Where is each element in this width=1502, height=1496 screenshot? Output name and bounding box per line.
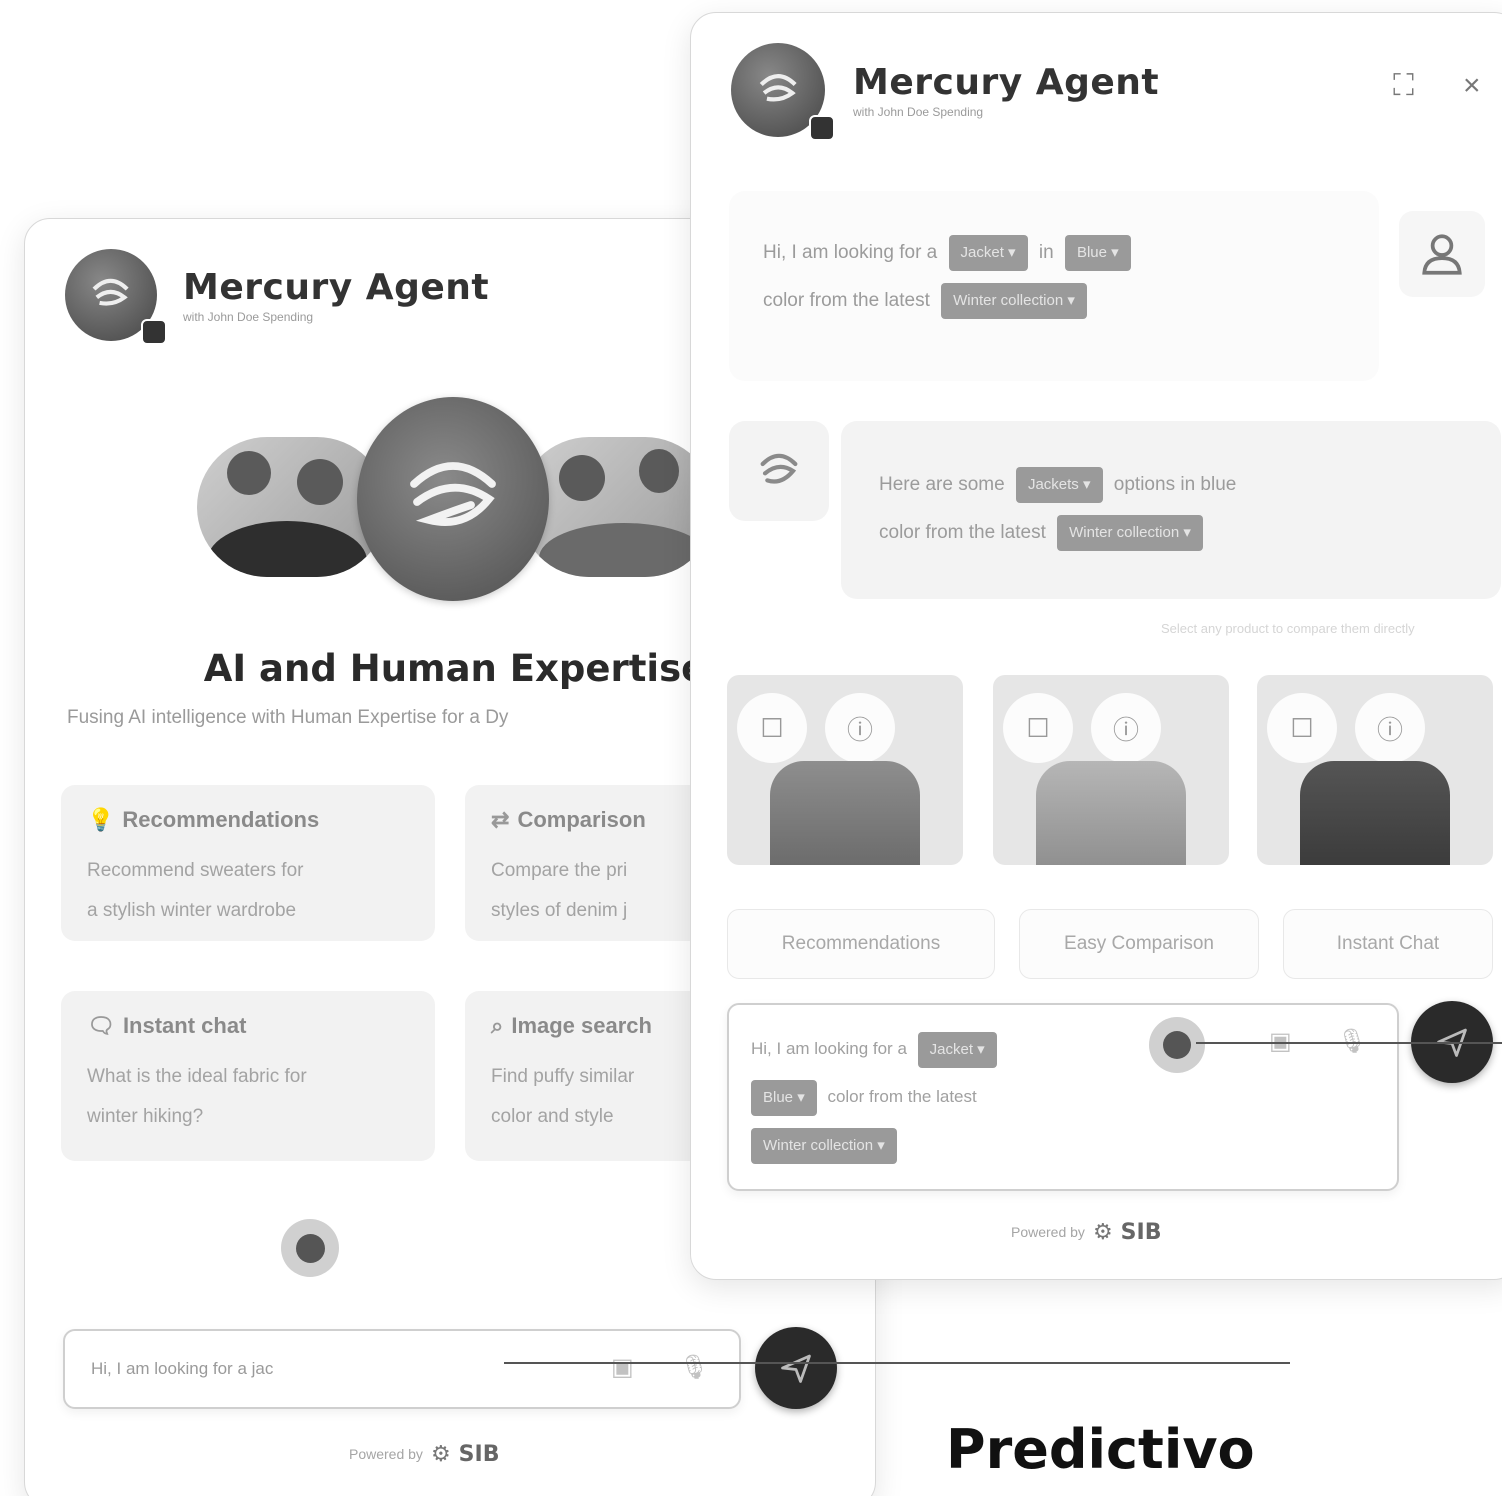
chat-input[interactable]: Hi, I am looking for a Jacket ▾ Blue ▾ c… — [727, 1003, 1399, 1191]
info-icon[interactable]: ⓘ — [1091, 693, 1161, 763]
agent-status-badge — [809, 115, 835, 141]
powered-by: Powered by ⚙ SIB — [1011, 1219, 1161, 1245]
widget-header: Mercury Agent with John Doe Spending — [65, 249, 490, 345]
card-title: Image search — [511, 1013, 652, 1038]
info-icon[interactable]: ⓘ — [1355, 693, 1425, 763]
select-checkbox-icon[interactable]: ☐ — [1267, 693, 1337, 763]
card-text: a stylish winter wardrobe — [87, 900, 297, 921]
product-card[interactable]: ☐ ⓘ — [1257, 675, 1493, 865]
compare-hint: Select any product to compare them direc… — [1161, 621, 1415, 636]
feature-caption: Predictivo — [946, 1418, 1255, 1481]
message-text: color from the latest — [763, 290, 930, 311]
widget-subtitle: with John Doe Spending — [183, 309, 314, 324]
product-type-chip[interactable]: Jacket ▾ — [917, 1031, 997, 1068]
message-text: options in blue — [1113, 474, 1237, 495]
card-text: Recommend sweaters for — [87, 860, 304, 881]
brand-name: SIB — [458, 1441, 500, 1467]
card-title: Comparison — [517, 807, 646, 832]
bot-avatar-icon — [729, 421, 829, 521]
product-card[interactable]: ☐ ⓘ — [993, 675, 1229, 865]
select-checkbox-icon[interactable]: ☐ — [737, 693, 807, 763]
input-text: color from the latest — [827, 1087, 977, 1106]
input-text: Hi, I am looking for a — [751, 1039, 907, 1058]
compare-icon: ⇄ — [491, 807, 510, 832]
callout-line — [1196, 1042, 1502, 1044]
chat-input[interactable]: Hi, I am looking for a jac ▣ 🎙 — [63, 1329, 741, 1409]
widget-title: Mercury Agent — [183, 266, 490, 308]
suggestion-easy-comparison[interactable]: Easy Comparison — [1019, 909, 1259, 979]
collection-chip[interactable]: Winter collection ▾ — [751, 1127, 897, 1164]
bot-message: Here are some Jackets ▾ options in blue … — [841, 421, 1501, 599]
powered-by-label: Powered by — [1011, 1224, 1085, 1240]
product-type-chip[interactable]: Jackets ▾ — [1015, 466, 1103, 503]
product-image — [1300, 761, 1450, 865]
message-text: Hi, I am looking for a — [763, 242, 938, 263]
card-title: Recommendations — [122, 807, 320, 832]
powered-by-label: Powered by — [349, 1446, 423, 1462]
message-text: color from the latest — [879, 522, 1046, 543]
info-icon[interactable]: ⓘ — [825, 693, 895, 763]
cursor-indicator — [281, 1219, 339, 1277]
product-type-chip[interactable]: Jacket ▾ — [948, 234, 1028, 271]
card-instant-chat[interactable]: 🗨 Instant chat What is the ideal fabric f… — [61, 991, 435, 1161]
lightbulb-icon: 💡 — [87, 807, 115, 832]
collection-chip[interactable]: Winter collection ▾ — [941, 282, 1087, 319]
color-chip[interactable]: Blue ▾ — [1064, 234, 1131, 271]
brand-logo-icon: ⚙ — [1092, 1219, 1113, 1244]
expand-icon[interactable]: ⛶ — [1393, 69, 1414, 103]
card-title: Instant chat — [122, 1013, 247, 1038]
select-checkbox-icon[interactable]: ☐ — [1003, 693, 1073, 763]
user-message: Hi, I am looking for a Jacket ▾ in Blue … — [729, 191, 1379, 381]
suggestion-recommendations[interactable]: Recommendations — [727, 909, 995, 979]
hero-agent-logo-icon — [357, 397, 549, 601]
card-text: What is the ideal fabric for — [87, 1066, 307, 1087]
chat-input-text: Hi, I am looking for a jac — [91, 1359, 274, 1378]
cursor-indicator — [1149, 1017, 1205, 1073]
attach-image-icon[interactable]: ▣ — [611, 1353, 634, 1382]
user-avatar-icon — [1399, 211, 1485, 297]
brand-logo-icon: ⚙ — [430, 1441, 451, 1466]
widget-title: Mercury Agent — [853, 61, 1160, 103]
powered-by: Powered by ⚙ SIB — [349, 1441, 499, 1467]
agent-status-badge — [141, 319, 167, 345]
chat-icon: 🗨 — [87, 1013, 115, 1038]
microphone-icon[interactable]: 🎙 — [679, 1353, 709, 1382]
product-card[interactable]: ☐ ⓘ — [727, 675, 963, 865]
widget-header: Mercury Agent with John Doe Spending — [731, 43, 1160, 141]
callout-line — [504, 1362, 1290, 1364]
send-icon — [781, 1354, 811, 1383]
brand-name: SIB — [1120, 1219, 1162, 1245]
suggestion-instant-chat[interactable]: Instant Chat — [1283, 909, 1493, 979]
message-text: in — [1038, 242, 1054, 263]
image-search-icon: ⌕ — [491, 1013, 504, 1038]
chat-widget-conversation: Mercury Agent with John Doe Spending ⛶ ×… — [690, 12, 1502, 1280]
welcome-tagline: Fusing AI intelligence with Human Expert… — [67, 707, 509, 728]
hero-avatars — [197, 397, 717, 607]
product-image — [770, 761, 920, 865]
message-text: Here are some — [879, 474, 1005, 495]
send-button[interactable] — [755, 1327, 837, 1409]
widget-subtitle: with John Doe Spending — [853, 104, 984, 119]
card-text: winter hiking? — [87, 1106, 204, 1127]
agent-logo-icon — [65, 249, 167, 345]
product-image — [1036, 761, 1186, 865]
collection-chip[interactable]: Winter collection ▾ — [1057, 514, 1203, 551]
close-icon[interactable]: × — [1463, 69, 1481, 103]
card-recommendations[interactable]: 💡 Recommendations Recommend sweaters for … — [61, 785, 435, 941]
color-chip[interactable]: Blue ▾ — [751, 1079, 817, 1116]
agent-logo-icon — [731, 43, 835, 141]
